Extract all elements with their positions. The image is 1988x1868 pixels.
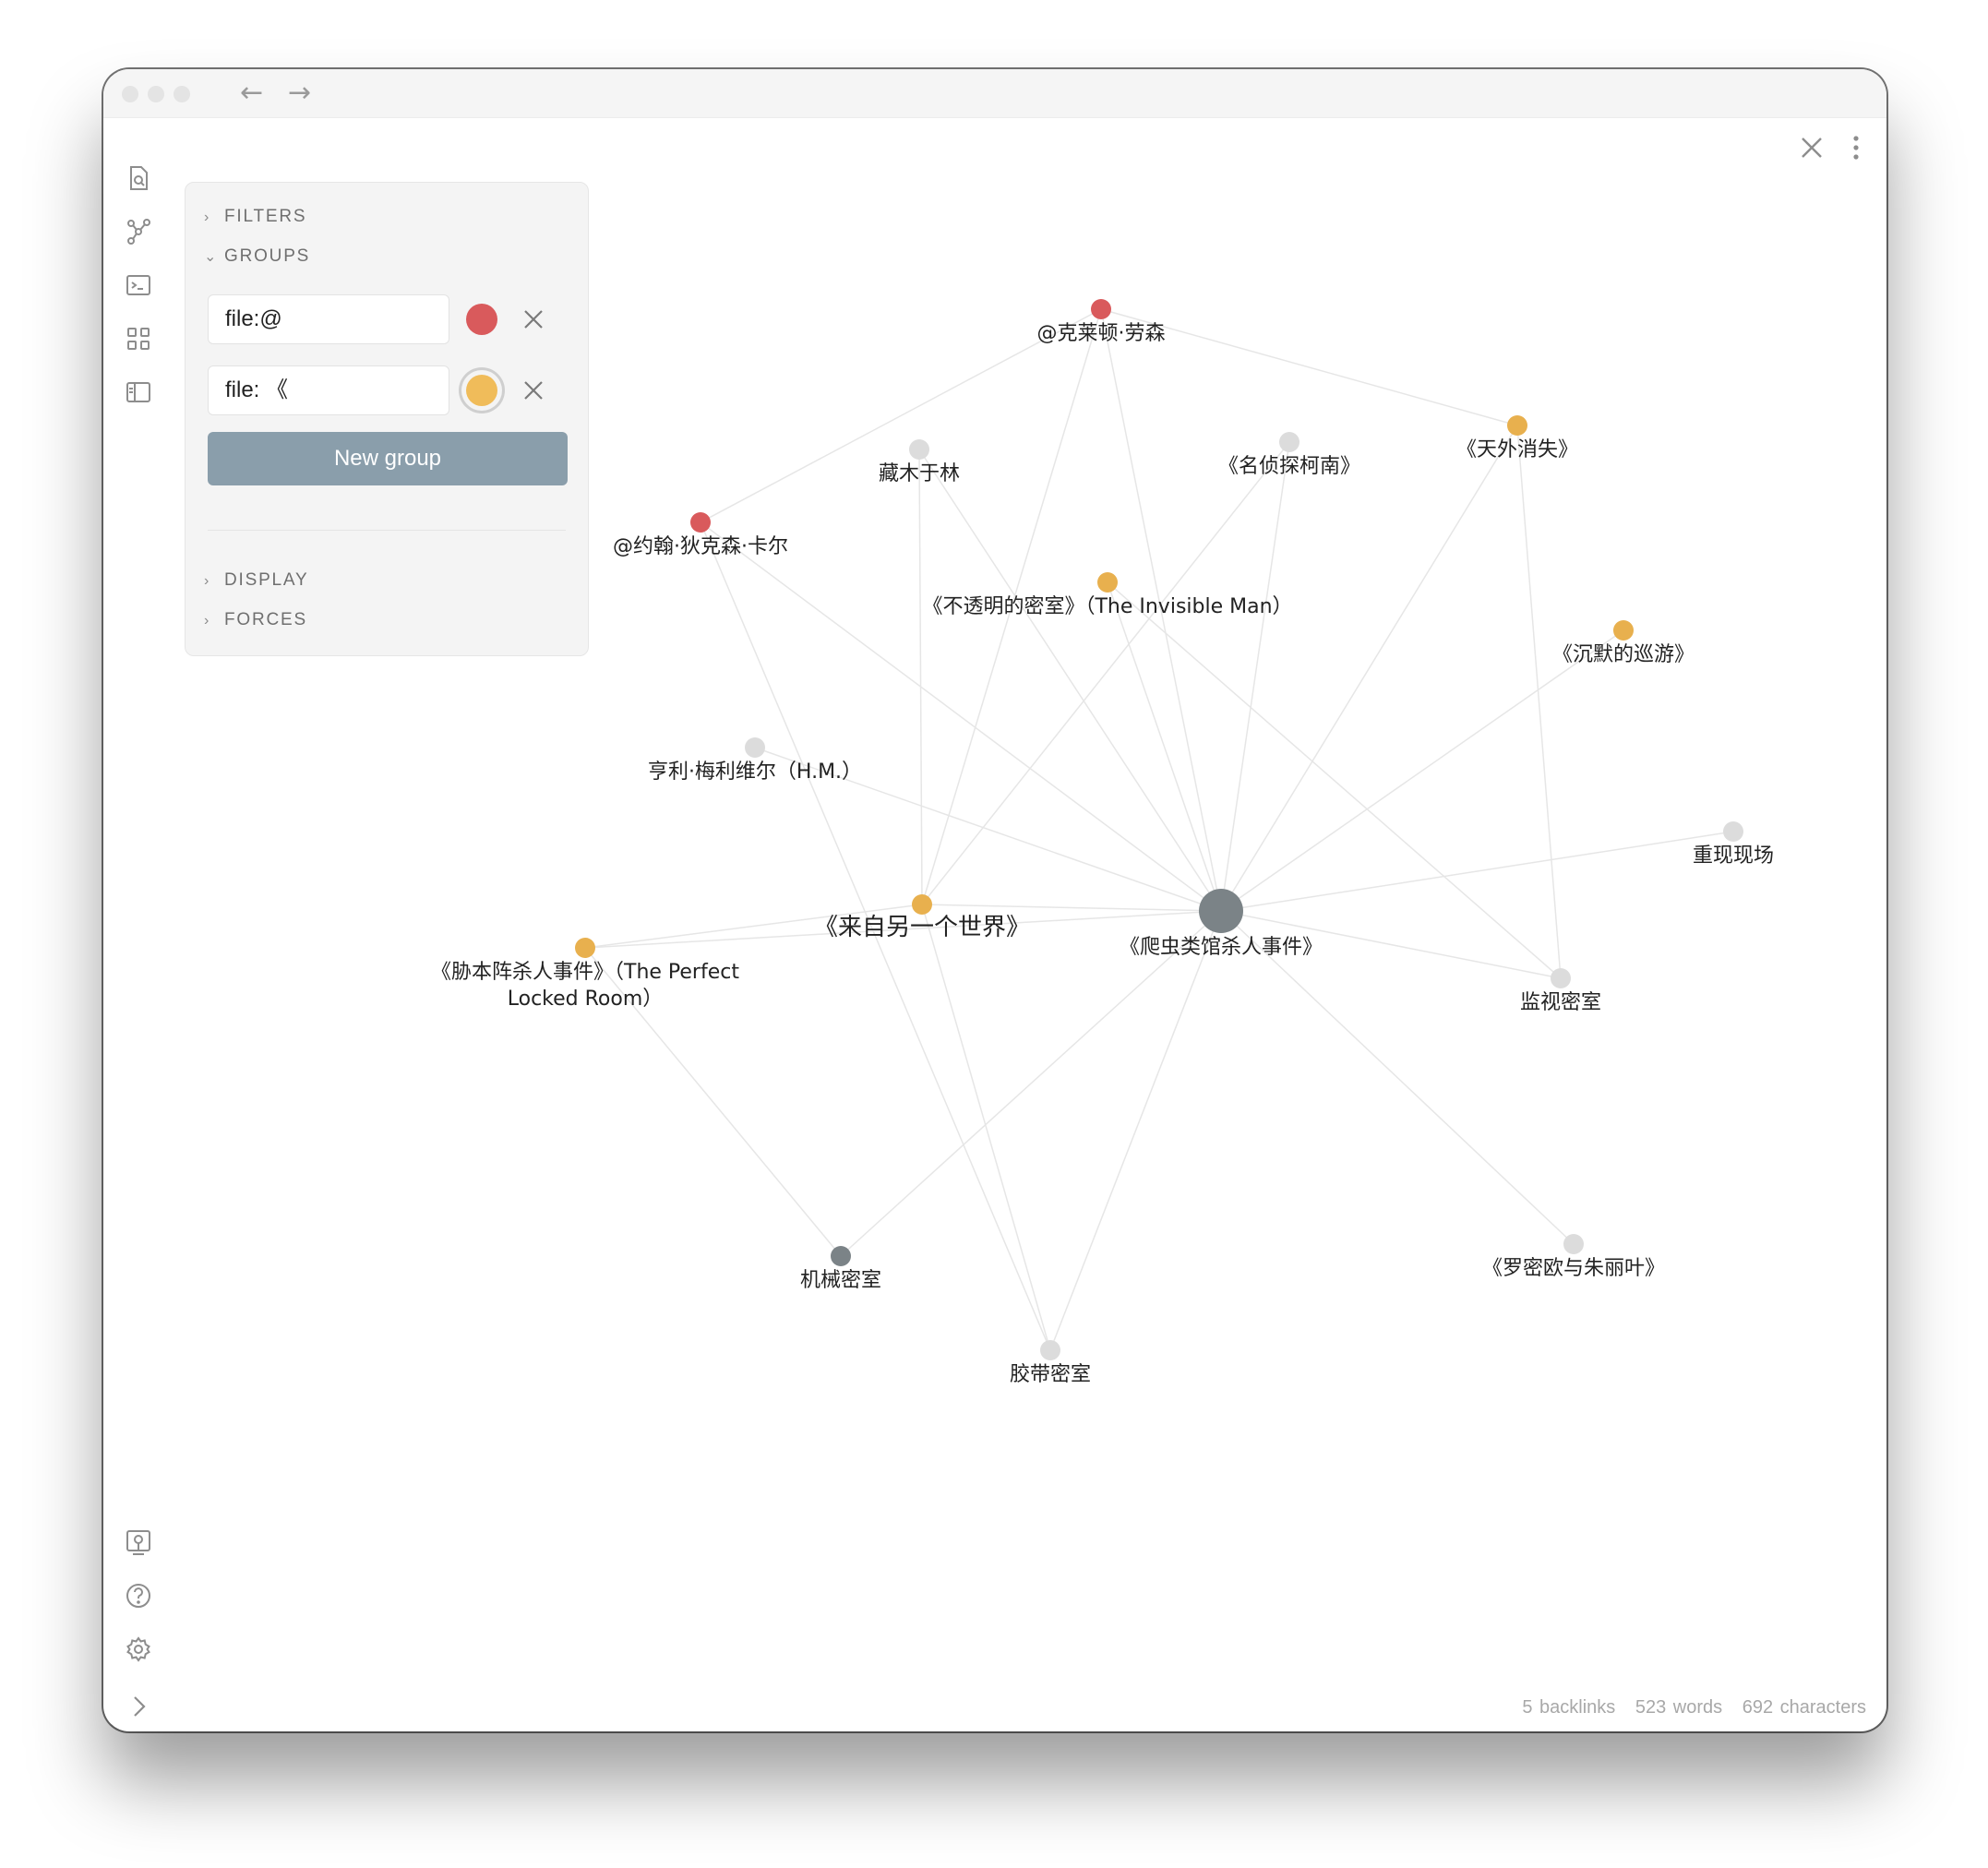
graph-node-label[interactable]: @克莱顿·劳森 — [1037, 322, 1166, 345]
word-count: 523 words — [1635, 1697, 1723, 1718]
graph-node[interactable]: 《名侦探柯南》 — [1218, 432, 1360, 478]
graph-node-label[interactable]: 《沉默的巡游》 — [1552, 643, 1695, 666]
graph-node-label[interactable]: 重现现场 — [1693, 844, 1774, 868]
graph-edge — [1220, 910, 1575, 1245]
display-section-toggle[interactable]: › DISPLAY — [204, 570, 308, 591]
graph-node-dot[interactable] — [831, 1246, 851, 1266]
graph-node-label[interactable]: 《不透明的密室》（The Invisible Man） — [922, 595, 1292, 618]
graph-node-dot[interactable] — [1199, 889, 1243, 933]
forces-section-toggle[interactable]: › FORCES — [204, 610, 307, 630]
graph-node-label[interactable]: 监视密室 — [1520, 991, 1601, 1014]
graph-node-label[interactable]: 亨利·梅利维尔（H.M.） — [648, 760, 862, 784]
graph-node-dot[interactable] — [1279, 432, 1299, 452]
graph-edge — [1220, 629, 1624, 912]
graph-node-dot[interactable] — [912, 894, 932, 915]
graph-node[interactable]: 《来自另一个世界》 — [814, 894, 1030, 941]
graph-view-window: ← → @克莱顿·劳森 藏木于林 《名侦探柯南》 《天外消失》 @约翰·狄克森·… — [103, 69, 1886, 1731]
graph-node-dot[interactable] — [1613, 620, 1634, 641]
graph-node[interactable]: 《不透明的密室》（The Invisible Man） — [922, 572, 1293, 618]
graph-node[interactable]: 重现现场 — [1693, 821, 1774, 868]
graph-node-label[interactable]: 《罗密欧与朱丽叶》 — [1482, 1257, 1665, 1280]
graph-edge — [921, 441, 1290, 905]
character-count: 692 characters — [1742, 1697, 1866, 1718]
graph-node-dot[interactable] — [1091, 299, 1111, 319]
graph-node-label[interactable]: 机械密室 — [800, 1269, 881, 1292]
graph-node-dot[interactable] — [1723, 821, 1743, 842]
chevron-down-icon: ⌄ — [204, 249, 217, 265]
graph-edge — [918, 449, 1222, 912]
remove-group-icon[interactable] — [522, 308, 545, 330]
graph-node[interactable]: 《天外消失》 — [1456, 415, 1578, 461]
graph-node-dot[interactable] — [909, 439, 929, 460]
graph-node-label[interactable]: 胶带密室 — [1010, 1363, 1091, 1386]
remove-group-icon[interactable] — [522, 379, 545, 401]
graph-node-label[interactable]: 藏木于林 — [879, 462, 960, 485]
graph-node[interactable]: 《沉默的巡游》 — [1552, 620, 1695, 666]
graph-node-label[interactable]: Locked Room） — [508, 988, 664, 1011]
graph-node-label[interactable]: @约翰·狄克森·卡尔 — [613, 535, 788, 558]
graph-node[interactable]: 《胁本阵杀人事件》（The Perfect Locked Room） — [431, 938, 739, 1011]
group-query-input-2[interactable]: file: 《 — [208, 365, 449, 415]
graph-node-dot[interactable] — [745, 737, 765, 758]
graph-edge — [840, 910, 1222, 1257]
new-group-button[interactable]: New group — [208, 432, 568, 485]
graph-node[interactable]: 机械密室 — [800, 1246, 881, 1292]
filters-section-toggle[interactable]: › FILTERS — [204, 207, 306, 227]
graph-node-dot[interactable] — [1040, 1340, 1060, 1360]
graph-node[interactable]: @克莱顿·劳森 — [1037, 299, 1166, 345]
graph-edge — [700, 521, 1222, 912]
chevron-right-icon: › — [204, 210, 210, 225]
graph-node-dot[interactable] — [575, 938, 595, 958]
group-color-swatch-2[interactable] — [466, 375, 497, 406]
graph-node-label[interactable]: 《来自另一个世界》 — [814, 914, 1030, 941]
panel-divider — [208, 530, 566, 531]
graph-node-label[interactable]: 《胁本阵杀人事件》（The Perfect — [431, 961, 739, 984]
graph-settings-panel: › FILTERS ⌄ GROUPS file:@ file: 《 New grou… — [185, 182, 589, 656]
graph-node-dot[interactable] — [1563, 1234, 1584, 1254]
graph-edge — [921, 904, 1051, 1351]
backlinks-count[interactable]: 5 backlinks — [1522, 1697, 1615, 1718]
group-query-input-1[interactable]: file:@ — [208, 294, 449, 344]
graph-node-label[interactable]: 《爬虫类馆杀人事件》 — [1120, 936, 1323, 959]
graph-edge — [1220, 831, 1734, 912]
graph-node[interactable]: 藏木于林 — [879, 439, 960, 485]
graph-node[interactable]: 胶带密室 — [1010, 1340, 1091, 1386]
graph-node[interactable]: 《罗密欧与朱丽叶》 — [1482, 1234, 1665, 1280]
graph-node[interactable]: 监视密室 — [1520, 968, 1601, 1014]
graph-edge — [1220, 425, 1518, 912]
graph-node-dot[interactable] — [1097, 572, 1118, 593]
graph-node-dot[interactable] — [690, 512, 711, 533]
graph-node[interactable]: @约翰·狄克森·卡尔 — [613, 512, 788, 558]
graph-edge — [1049, 910, 1222, 1351]
chevron-right-icon: › — [204, 613, 210, 629]
graph-edge — [1516, 425, 1562, 979]
graph-node[interactable]: 亨利·梅利维尔（H.M.） — [648, 737, 862, 784]
graph-edge — [1220, 441, 1290, 912]
chevron-right-icon: › — [204, 573, 210, 589]
groups-section-toggle[interactable]: ⌄ GROUPS — [204, 246, 310, 267]
graph-edge — [918, 449, 923, 905]
graph-edge — [921, 904, 1222, 912]
graph-node-label[interactable]: 《名侦探柯南》 — [1218, 455, 1360, 478]
graph-node-label[interactable]: 《天外消失》 — [1456, 438, 1578, 461]
graph-node-dot[interactable] — [1507, 415, 1527, 436]
status-bar: 5 backlinks 523 words 692 characters — [1509, 1697, 1866, 1718]
group-color-swatch-1[interactable] — [466, 304, 497, 335]
graph-node-dot[interactable] — [1551, 968, 1571, 988]
